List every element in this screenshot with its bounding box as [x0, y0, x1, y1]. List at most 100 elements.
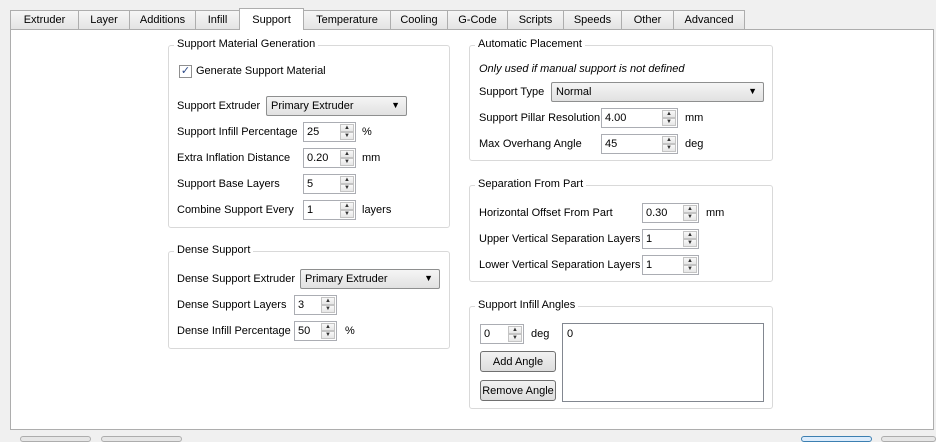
tab-label: Other: [633, 14, 662, 26]
spin-down-icon[interactable]: ▼: [508, 334, 522, 342]
tab-advanced[interactable]: Advanced: [673, 10, 745, 29]
dense-infill-percentage-spinbox[interactable]: 50 ▲ ▼: [294, 321, 337, 341]
support-infill-percentage-spinbox[interactable]: 25 ▲ ▼: [303, 122, 356, 142]
spin-up-icon[interactable]: ▲: [340, 150, 354, 158]
spin-value: 1: [646, 233, 653, 245]
dense-support-extruder-label: Dense Support Extruder: [177, 273, 296, 285]
spin-value: 0: [484, 328, 491, 340]
tab-label: Support: [252, 13, 291, 26]
tab-extruder[interactable]: Extruder: [10, 10, 78, 29]
dense-support-group: Dense Support Dense Support Extruder Pri…: [168, 244, 450, 349]
max-overhang-angle-label: Max Overhang Angle: [479, 138, 582, 150]
tab-label: Scripts: [518, 14, 553, 26]
tab-temperature[interactable]: Temperature: [304, 10, 390, 29]
tab-support[interactable]: Support: [239, 8, 304, 30]
lower-vertical-separation-spinbox[interactable]: 1 ▲ ▼: [642, 255, 699, 275]
spin-up-icon[interactable]: ▲: [683, 231, 697, 239]
spin-up-icon[interactable]: ▲: [662, 110, 676, 118]
spin-value: 3: [298, 299, 305, 311]
spin-up-icon[interactable]: ▲: [321, 323, 335, 331]
add-angle-button[interactable]: Add Angle: [480, 351, 556, 372]
spin-up-icon[interactable]: ▲: [662, 136, 676, 144]
selected-value: Primary Extruder: [305, 273, 388, 285]
spin-down-icon[interactable]: ▼: [340, 158, 354, 166]
bottom-button-partial[interactable]: [101, 436, 182, 442]
tab-label: Temperature: [316, 14, 378, 26]
tab-additions[interactable]: Additions: [129, 10, 195, 29]
tab-other[interactable]: Other: [621, 10, 673, 29]
generate-support-checkbox[interactable]: ✓: [179, 65, 192, 78]
tab-gcode[interactable]: G-Code: [447, 10, 507, 29]
bottom-button-partial[interactable]: [881, 436, 936, 442]
tab-infill[interactable]: Infill: [195, 10, 239, 29]
remove-angle-button[interactable]: Remove Angle: [480, 380, 556, 401]
dense-support-layers-spinbox[interactable]: 3 ▲ ▼: [294, 295, 337, 315]
spin-down-icon[interactable]: ▼: [683, 265, 697, 273]
extra-inflation-distance-spinbox[interactable]: 0.20 ▲ ▼: [303, 148, 356, 168]
spin-down-icon[interactable]: ▼: [662, 118, 676, 126]
spin-up-icon[interactable]: ▲: [683, 205, 697, 213]
spin-up-icon[interactable]: ▲: [508, 326, 522, 334]
tab-label: Additions: [139, 14, 186, 26]
button-label: Remove Angle: [482, 384, 554, 397]
unit-label: deg: [685, 138, 704, 150]
support-pillar-resolution-spinbox[interactable]: 4.00 ▲ ▼: [601, 108, 678, 128]
spin-up-icon[interactable]: ▲: [340, 124, 354, 132]
extra-inflation-distance-label: Extra Inflation Distance: [177, 152, 291, 164]
spin-value: 1: [307, 204, 314, 216]
unit-label: %: [345, 325, 355, 337]
generate-support-label: Generate Support Material: [196, 65, 326, 77]
unit-label: layers: [362, 204, 392, 216]
button-label: Add Angle: [492, 355, 544, 368]
tab-speeds[interactable]: Speeds: [563, 10, 621, 29]
spin-value: 45: [605, 138, 618, 150]
max-overhang-angle-spinbox[interactable]: 45 ▲ ▼: [601, 134, 678, 154]
lower-vertical-separation-label: Lower Vertical Separation Layers: [479, 259, 641, 271]
support-extruder-select[interactable]: Primary Extruder ▼: [266, 96, 407, 116]
chevron-down-icon: ▼: [748, 86, 757, 96]
spin-up-icon[interactable]: ▲: [683, 257, 697, 265]
spin-up-icon[interactable]: ▲: [340, 202, 354, 210]
spin-value: 0.30: [646, 207, 668, 219]
spin-value: 5: [307, 178, 314, 190]
support-base-layers-label: Support Base Layers: [177, 178, 280, 190]
tab-cooling[interactable]: Cooling: [390, 10, 447, 29]
spin-down-icon[interactable]: ▼: [683, 239, 697, 247]
support-type-select[interactable]: Normal ▼: [551, 82, 764, 102]
horizontal-offset-spinbox[interactable]: 0.30 ▲ ▼: [642, 203, 699, 223]
spin-value: 25: [307, 126, 320, 138]
unit-label: mm: [685, 112, 704, 124]
support-infill-angles-group: Support Infill Angles 0 ▲ ▼ deg Add Angle…: [469, 299, 773, 409]
spin-value: 1: [646, 259, 653, 271]
group-title: Support Infill Angles: [475, 299, 579, 311]
spin-value: 50: [298, 325, 311, 337]
spin-down-icon[interactable]: ▼: [321, 331, 335, 339]
spin-down-icon[interactable]: ▼: [340, 184, 354, 192]
tab-label: Cooling: [400, 14, 438, 26]
infill-angle-spinbox[interactable]: 0 ▲ ▼: [480, 324, 524, 344]
spin-down-icon[interactable]: ▼: [340, 132, 354, 140]
spin-down-icon[interactable]: ▼: [683, 213, 697, 221]
horizontal-offset-label: Horizontal Offset From Part: [479, 207, 613, 219]
tab-label: Speeds: [573, 14, 612, 26]
infill-angles-list[interactable]: 0: [562, 323, 764, 402]
support-base-layers-spinbox[interactable]: 5 ▲ ▼: [303, 174, 356, 194]
spin-down-icon[interactable]: ▼: [662, 144, 676, 152]
spin-up-icon[interactable]: ▲: [321, 297, 335, 305]
combine-support-every-spinbox[interactable]: 1 ▲ ▼: [303, 200, 356, 220]
chevron-down-icon: ▼: [391, 100, 400, 110]
spin-value: 0.20: [307, 152, 329, 164]
spin-down-icon[interactable]: ▼: [321, 305, 335, 313]
dense-support-extruder-select[interactable]: Primary Extruder ▼: [300, 269, 440, 289]
tab-scripts[interactable]: Scripts: [507, 10, 563, 29]
manual-support-note: Only used if manual support is not defin…: [479, 63, 685, 75]
bottom-button-partial[interactable]: [20, 436, 91, 442]
chevron-down-icon[interactable]: ▼: [424, 273, 433, 283]
spin-up-icon[interactable]: ▲: [340, 176, 354, 184]
tab-layer[interactable]: Layer: [78, 10, 129, 29]
support-tab-panel: Support Material Generation ✓ Generate S…: [10, 29, 934, 430]
list-item[interactable]: 0: [567, 328, 573, 340]
upper-vertical-separation-spinbox[interactable]: 1 ▲ ▼: [642, 229, 699, 249]
spin-down-icon[interactable]: ▼: [340, 210, 354, 218]
bottom-button-partial[interactable]: [801, 436, 872, 442]
